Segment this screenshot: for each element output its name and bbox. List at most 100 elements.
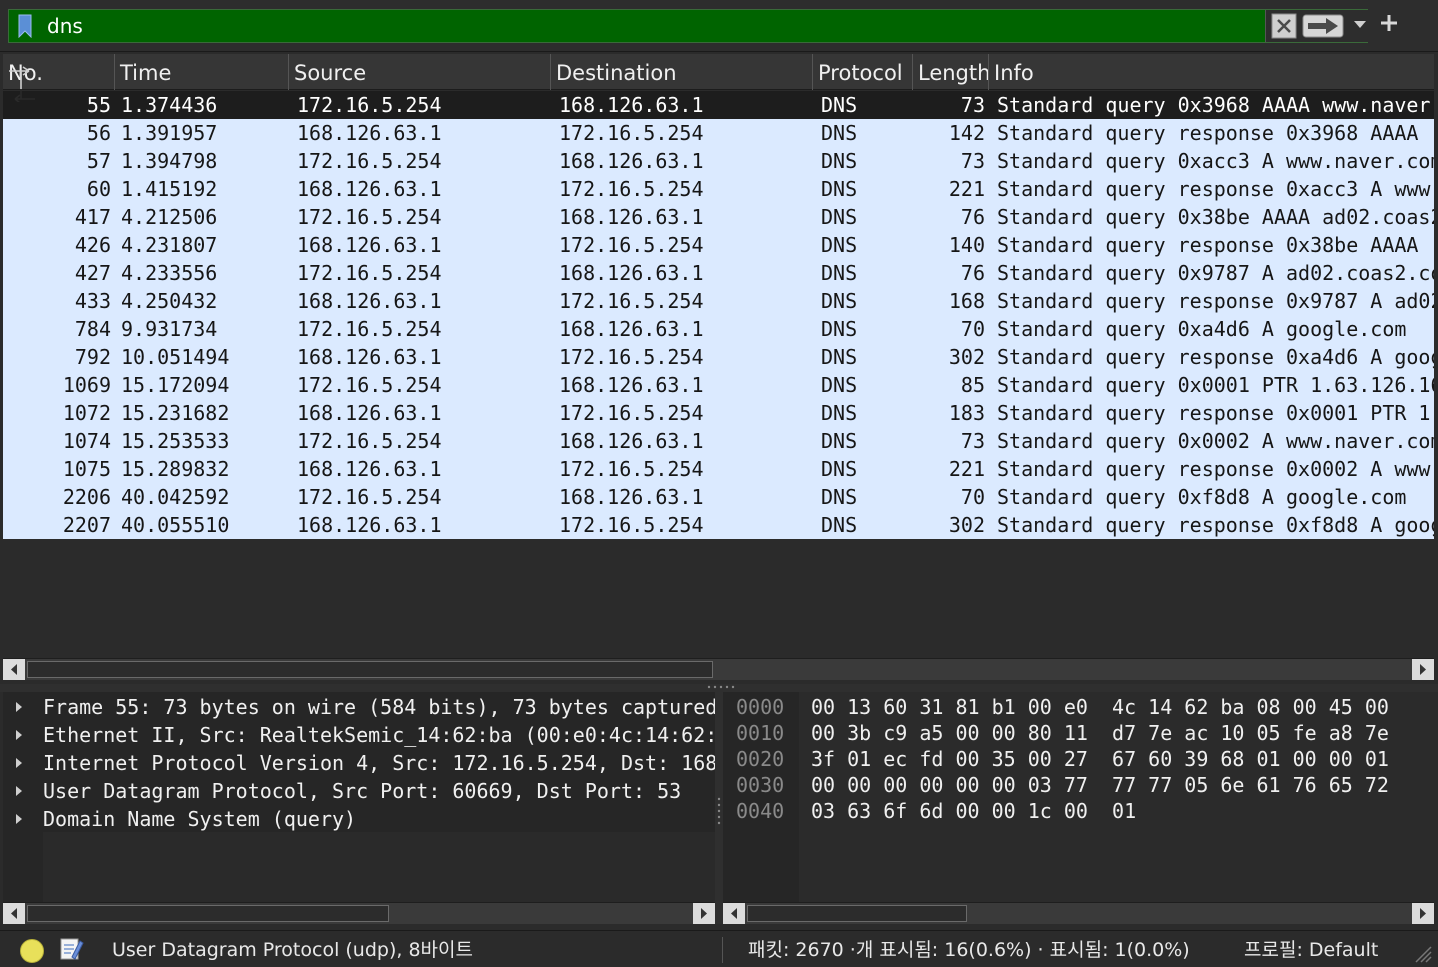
hex-bytes-line[interactable]: 00 3b c9 a5 00 00 80 11 d7 7e ac 10 05 f…: [811, 720, 1389, 746]
hex-bytes-line[interactable]: 00 13 60 31 81 b1 00 e0 4c 14 62 ba 08 0…: [811, 694, 1389, 720]
bytes-hscrollbar[interactable]: [723, 902, 1434, 924]
tree-item-dns[interactable]: Domain Name System (query): [3, 805, 715, 833]
cell-source: 168.126.63.1: [297, 289, 442, 313]
cell-no: 56: [86, 121, 111, 145]
cell-protocol: DNS: [821, 373, 858, 397]
status-profile[interactable]: 프로필: Default: [1244, 937, 1378, 963]
cell-info: Standard query response 0x0002 A www: [997, 457, 1431, 481]
table-row[interactable]: 2207 40.055510 168.126.63.1 172.16.5.254 DNS…: [3, 511, 1434, 539]
splitter-handle-icon[interactable]: [717, 796, 721, 826]
cell-destination: 168.126.63.1: [559, 429, 704, 453]
column-header-length[interactable]: Length: [913, 54, 989, 90]
apply-filter-arrow-icon[interactable]: [1302, 14, 1344, 38]
cell-source: 172.16.5.254: [297, 205, 442, 229]
table-row[interactable]: 433 4.250432 168.126.63.1 172.16.5.254 DNS 16…: [3, 287, 1434, 315]
tree-item-label: Domain Name System (query): [43, 807, 357, 831]
cell-time: 4.250432: [121, 289, 218, 313]
column-header-protocol[interactable]: Protocol: [813, 54, 913, 90]
table-row[interactable]: 1072 15.231682 168.126.63.1 172.16.5.254 DNS…: [3, 399, 1434, 427]
table-row[interactable]: 417 4.212506 172.16.5.254 168.126.63.1 DNS 76…: [3, 203, 1434, 231]
table-row[interactable]: 1069 15.172094 172.16.5.254 168.126.63.1 DNS…: [3, 371, 1434, 399]
column-header-time[interactable]: Time: [115, 54, 289, 90]
cell-protocol: DNS: [821, 401, 858, 425]
resize-grip-icon[interactable]: [1412, 943, 1432, 963]
table-row[interactable]: 1075 15.289832 168.126.63.1 172.16.5.254 DNS…: [3, 455, 1434, 483]
cell-protocol: DNS: [821, 345, 858, 369]
cell-protocol: DNS: [821, 177, 858, 201]
display-filter-input[interactable]: [47, 10, 1247, 42]
cell-length: 142: [948, 121, 985, 145]
hex-bytes-line[interactable]: 00 00 00 00 00 00 03 77 77 77 05 6e 61 7…: [811, 772, 1389, 798]
cell-no: 1072: [62, 401, 111, 425]
column-header-destination[interactable]: Destination: [551, 54, 813, 90]
details-hscrollbar[interactable]: [3, 902, 715, 924]
table-row[interactable]: 784 9.931734 172.16.5.254 168.126.63.1 DNS 70…: [3, 315, 1434, 343]
plus-icon[interactable]: [1378, 12, 1400, 34]
cell-destination: 168.126.63.1: [559, 149, 704, 173]
scroll-left-button[interactable]: [723, 903, 745, 924]
expand-arrow-icon[interactable]: [16, 702, 22, 712]
scroll-thumb[interactable]: [747, 905, 967, 922]
cell-destination: 168.126.63.1: [559, 205, 704, 229]
cell-destination: 168.126.63.1: [559, 317, 704, 341]
scroll-left-button[interactable]: [3, 659, 25, 680]
table-row[interactable]: 792 10.051494 168.126.63.1 172.16.5.254 DNS 3…: [3, 343, 1434, 371]
cell-protocol: DNS: [821, 93, 858, 117]
scroll-thumb[interactable]: [27, 905, 389, 922]
packet-list-hscrollbar[interactable]: [3, 658, 1434, 680]
cell-destination: 172.16.5.254: [559, 121, 704, 145]
status-field-info: User Datagram Protocol (udp), 8바이트: [112, 939, 473, 961]
hex-offset: 0030: [736, 773, 785, 797]
cell-source: 172.16.5.254: [297, 93, 442, 117]
table-row[interactable]: 426 4.231807 168.126.63.1 172.16.5.254 DNS 14…: [3, 231, 1434, 259]
cell-length: 183: [948, 401, 985, 425]
expert-info-icon[interactable]: [20, 939, 44, 963]
expand-arrow-icon[interactable]: [16, 758, 22, 768]
chevron-down-icon[interactable]: [1354, 21, 1366, 29]
table-row[interactable]: 57 1.394798 172.16.5.254 168.126.63.1 DNS 73 S…: [3, 147, 1434, 175]
cell-info: Standard query response 0xf8d8 A google: [997, 513, 1434, 537]
scroll-thumb[interactable]: [27, 661, 713, 678]
cell-destination: 172.16.5.254: [559, 233, 704, 257]
status-bar: User Datagram Protocol (udp), 8바이트 패킷: 2…: [0, 930, 1438, 967]
tree-item-udp[interactable]: User Datagram Protocol, Src Port: 60669,…: [3, 777, 715, 805]
table-row-selected[interactable]: 55 1.374436 172.16.5.254 168.126.63.1 DNS 73 S…: [3, 91, 1434, 119]
bookmark-icon[interactable]: [18, 14, 32, 38]
table-row[interactable]: 1074 15.253533 172.16.5.254 168.126.63.1 DNS…: [3, 427, 1434, 455]
clear-filter-icon[interactable]: [1271, 13, 1297, 39]
cell-no: 2206: [62, 485, 111, 509]
scroll-right-button[interactable]: [1412, 659, 1434, 680]
table-row[interactable]: 56 1.391957 168.126.63.1 172.16.5.254 DNS 142…: [3, 119, 1434, 147]
splitter-handle-icon[interactable]: [706, 684, 736, 690]
cell-no: 1074: [62, 429, 111, 453]
cell-time: 10.051494: [121, 345, 230, 369]
hex-bytes-line[interactable]: 03 63 6f 6d 00 00 1c 00 01: [811, 798, 1136, 824]
cell-source: 172.16.5.254: [297, 429, 442, 453]
cell-info: Standard query response 0x38be AAAA: [997, 233, 1419, 257]
tree-item-frame[interactable]: Frame 55: 73 bytes on wire (584 bits), 7…: [3, 693, 715, 721]
expand-arrow-icon[interactable]: [16, 786, 22, 796]
scroll-right-button[interactable]: [1412, 903, 1434, 924]
tree-item-ethernet[interactable]: Ethernet II, Src: RealtekSemic_14:62:ba …: [3, 721, 715, 749]
scroll-right-button[interactable]: [693, 903, 715, 924]
cell-info: Standard query 0x0002 A www.naver.com: [997, 429, 1434, 453]
table-row[interactable]: 427 4.233556 172.16.5.254 168.126.63.1 DNS 76…: [3, 259, 1434, 287]
cell-length: 76: [960, 261, 985, 285]
scroll-left-button[interactable]: [3, 903, 25, 924]
cell-info: Standard query 0x3968 AAAA www.naver.com: [997, 93, 1434, 117]
comment-edit-icon[interactable]: [58, 935, 84, 963]
table-row[interactable]: 2206 40.042592 172.16.5.254 168.126.63.1 DNS…: [3, 483, 1434, 511]
cell-no: 1069: [62, 373, 111, 397]
tree-item-ipv4[interactable]: Internet Protocol Version 4, Src: 172.16…: [3, 749, 715, 777]
expand-arrow-icon[interactable]: [16, 730, 22, 740]
cell-destination: 168.126.63.1: [559, 261, 704, 285]
cell-length: 73: [960, 149, 985, 173]
column-header-info[interactable]: Info: [989, 54, 1434, 90]
table-row[interactable]: 60 1.415192 168.126.63.1 172.16.5.254 DNS 221…: [3, 175, 1434, 203]
hex-bytes-line[interactable]: 3f 01 ec fd 00 35 00 27 67 60 39 68 01 0…: [811, 746, 1389, 772]
cell-source: 168.126.63.1: [297, 345, 442, 369]
column-header-source[interactable]: Source: [289, 54, 551, 90]
cell-protocol: DNS: [821, 121, 858, 145]
expand-arrow-icon[interactable]: [16, 814, 22, 824]
cell-time: 9.931734: [121, 317, 218, 341]
